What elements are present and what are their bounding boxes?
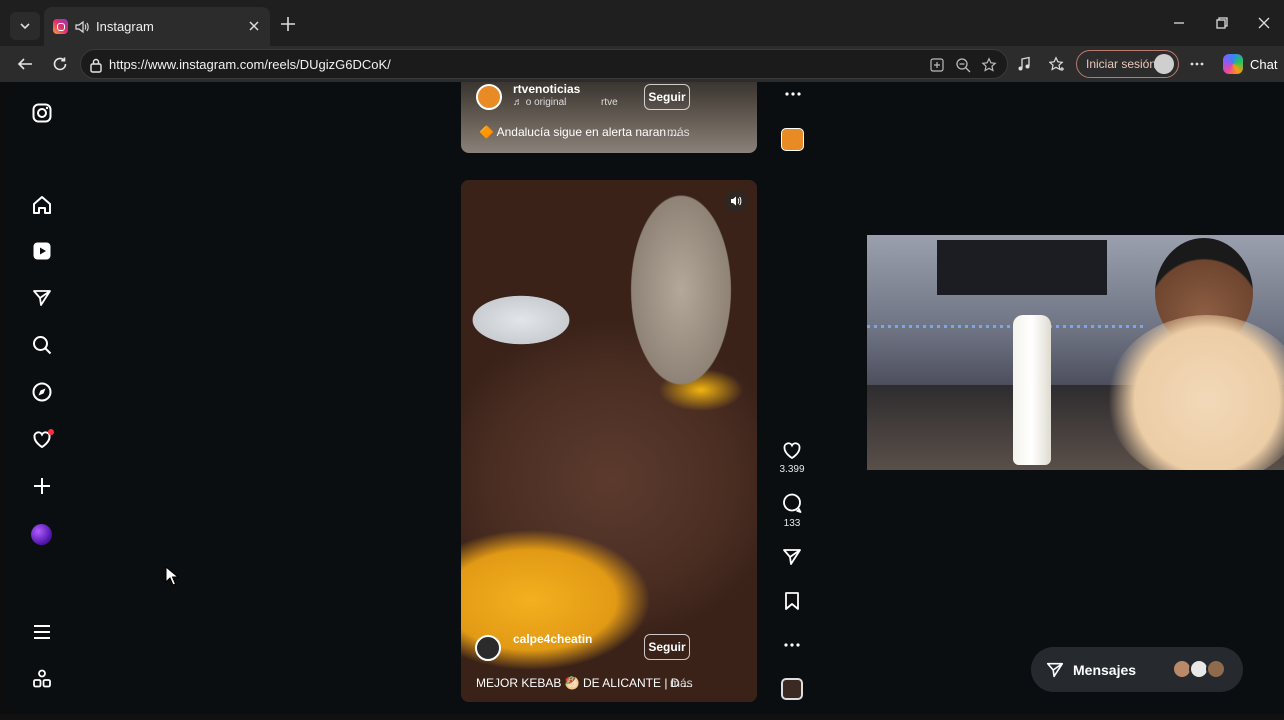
notification-dot (48, 429, 54, 435)
media-control-icon[interactable] (1016, 56, 1032, 72)
browser-toolbar: https://www.instagram.com/reels/DUgizG6D… (0, 46, 1284, 82)
more-options-icon[interactable] (1189, 56, 1205, 72)
webcam-overlay (867, 235, 1284, 470)
minimize-icon[interactable] (1172, 16, 1186, 30)
signin-label: Iniciar sesión (1086, 57, 1157, 71)
copilot-button[interactable]: Chat (1216, 52, 1284, 76)
meta-apps-icon[interactable] (31, 668, 53, 690)
screen: Instagram https://www.instagram.com/reel… (0, 0, 1284, 720)
profile-avatar-icon (1154, 54, 1174, 74)
reel-author-username[interactable]: rtvenoticias (513, 82, 580, 96)
tab-instagram[interactable]: Instagram (44, 7, 270, 46)
instagram-page: rtvenoticias ♬ o original rtve Seguir 🔶 … (10, 82, 1284, 714)
bottom-edge (0, 714, 1284, 720)
direct-send-icon[interactable] (31, 287, 53, 309)
create-plus-icon[interactable] (31, 475, 53, 497)
app-available-icon[interactable] (929, 57, 945, 73)
follow-button[interactable]: Seguir (644, 634, 690, 660)
more-options-icon[interactable] (784, 87, 802, 101)
reload-icon[interactable] (51, 55, 69, 73)
left-nav (10, 82, 74, 714)
caption-more-link[interactable]: más (670, 676, 693, 690)
reel-audio-thumbnail[interactable] (781, 128, 804, 151)
profile-avatar[interactable] (31, 524, 52, 545)
back-arrow-icon[interactable] (16, 55, 34, 73)
reel-caption: 🔶 Andalucía sigue en alerta naran ... (479, 125, 680, 139)
copilot-label: Chat (1250, 56, 1278, 72)
webcam-led-lights (867, 325, 1147, 328)
like-heart-icon[interactable] (781, 439, 803, 461)
reel-video-frame[interactable] (461, 180, 757, 702)
menu-hamburger-icon[interactable] (31, 621, 53, 643)
search-icon[interactable] (31, 334, 53, 356)
more-options-icon[interactable] (781, 634, 803, 656)
webcam-window (937, 240, 1107, 295)
reel-audio-label[interactable]: ♬ o original (513, 97, 566, 108)
messages-button[interactable]: Mensajes (1031, 647, 1243, 692)
speaker-icon (731, 196, 742, 206)
webcam-hand-blur (1107, 315, 1284, 470)
mute-toggle[interactable] (725, 190, 747, 212)
signin-button[interactable]: Iniciar sesión (1076, 50, 1179, 78)
speaker-icon[interactable] (74, 19, 90, 35)
direct-send-icon (1046, 662, 1064, 677)
tab-strip: Instagram (0, 0, 1284, 46)
address-bar[interactable]: https://www.instagram.com/reels/DUgizG6D… (80, 49, 1008, 79)
like-count: 3.399 (779, 464, 805, 475)
window-close-icon[interactable] (1257, 16, 1271, 30)
tab-list-button[interactable] (10, 12, 40, 40)
reel-card-current[interactable]: calpe4cheatin Seguir MEJOR KEBAB 🥙 DE AL… (461, 180, 757, 702)
reel-audio-thumbnail[interactable] (781, 678, 803, 700)
new-tab-icon[interactable] (278, 14, 298, 34)
chevron-down-icon (20, 23, 30, 30)
home-icon[interactable] (31, 194, 53, 216)
reel-audio-extra: rtve (601, 97, 618, 108)
messages-label: Mensajes (1073, 661, 1137, 678)
copilot-icon (1223, 54, 1243, 74)
reel-author-avatar[interactable] (475, 635, 501, 661)
comment-count: 133 (783, 518, 801, 529)
caption-more-link[interactable]: más (667, 125, 690, 139)
reels-icon[interactable] (31, 240, 53, 262)
webcam-bottle (1013, 315, 1051, 465)
close-icon[interactable] (246, 18, 262, 34)
explore-compass-icon[interactable] (31, 381, 53, 403)
save-bookmark-icon[interactable] (781, 590, 803, 612)
favorite-star-icon[interactable] (981, 57, 997, 73)
lock-icon[interactable] (89, 57, 103, 73)
message-avatar (1206, 659, 1226, 679)
instagram-favicon-icon (53, 19, 68, 34)
reel-card-previous[interactable]: rtvenoticias ♬ o original rtve Seguir 🔶 … (461, 82, 757, 153)
follow-button[interactable]: Seguir (644, 84, 690, 110)
share-send-icon[interactable] (781, 546, 803, 568)
reel-author-username[interactable]: calpe4cheatin (513, 632, 592, 646)
mouse-cursor-icon (165, 566, 179, 586)
reel-caption: MEJOR KEBAB 🥙 DE ALICANTE | D ... (476, 676, 693, 690)
reel-author-avatar[interactable] (476, 84, 502, 110)
tab-title: Instagram (96, 19, 154, 34)
zoom-icon[interactable] (955, 57, 971, 73)
comment-icon[interactable] (781, 492, 803, 514)
favorites-icon[interactable] (1049, 56, 1065, 72)
url-text: https://www.instagram.com/reels/DUgizG6D… (109, 57, 391, 72)
restore-icon[interactable] (1215, 16, 1229, 30)
instagram-logo-icon[interactable] (31, 102, 53, 124)
